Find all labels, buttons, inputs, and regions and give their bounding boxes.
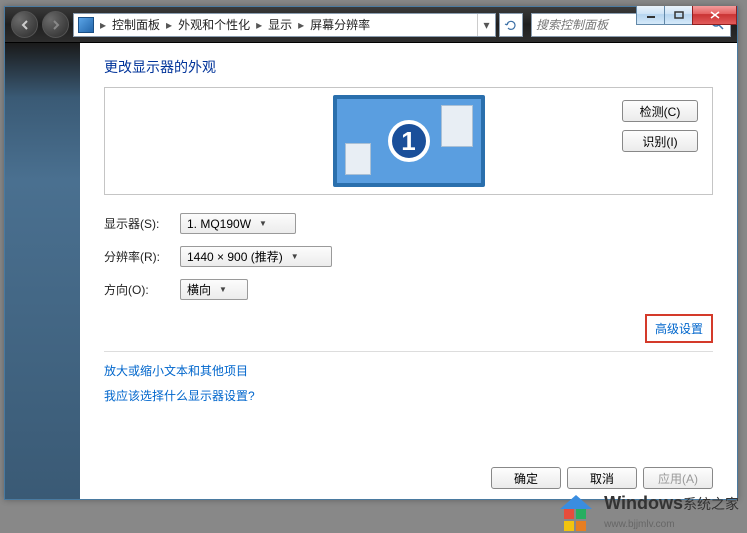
breadcrumb-item[interactable]: 显示 (264, 16, 296, 33)
divider (104, 351, 713, 352)
orientation-value: 横向 (187, 281, 211, 298)
advanced-settings-link[interactable]: 高级设置 (655, 322, 703, 336)
watermark-suffix: 系统之家 (683, 496, 739, 512)
dialog-buttons: 确定 取消 应用(A) (491, 467, 713, 489)
watermark: Windows系统之家 www.bjjmlv.com (554, 491, 739, 531)
nav-forward-button[interactable] (42, 11, 69, 38)
control-panel-icon (78, 17, 94, 33)
watermark-brand: Windows (604, 493, 683, 513)
watermark-url: www.bjjmlv.com (604, 519, 674, 530)
ok-button[interactable]: 确定 (491, 467, 561, 489)
breadcrumb-separator-icon: ▸ (254, 18, 264, 32)
chevron-down-icon: ▼ (291, 252, 299, 261)
identify-button[interactable]: 识别(I) (622, 130, 698, 152)
left-sidebar-strip (5, 43, 80, 499)
watermark-text: Windows系统之家 www.bjjmlv.com (604, 493, 739, 530)
which-display-link[interactable]: 我应该选择什么显示器设置? (104, 387, 713, 404)
control-panel-window: ▸ 控制面板 ▸ 外观和个性化 ▸ 显示 ▸ 屏幕分辨率 ▾ 更改显示器的外观 (4, 6, 738, 500)
navigation-bar: ▸ 控制面板 ▸ 外观和个性化 ▸ 显示 ▸ 屏幕分辨率 ▾ (5, 7, 737, 43)
resolution-field-row: 分辨率(R): 1440 × 900 (推荐) ▼ (104, 246, 713, 267)
refresh-button[interactable] (499, 13, 523, 37)
help-links: 放大或缩小文本和其他项目 我应该选择什么显示器设置? (104, 362, 713, 404)
text-size-link[interactable]: 放大或缩小文本和其他项目 (104, 362, 713, 379)
chevron-down-icon: ▼ (259, 219, 267, 228)
apply-button[interactable]: 应用(A) (643, 467, 713, 489)
breadcrumb-item[interactable]: 控制面板 (108, 16, 164, 33)
orientation-field-row: 方向(O): 横向 ▼ (104, 279, 713, 300)
breadcrumb-dropdown-icon[interactable]: ▾ (477, 14, 495, 36)
breadcrumb-separator-icon: ▸ (296, 18, 306, 32)
maximize-button[interactable] (664, 6, 693, 25)
display-label: 显示器(S): (104, 215, 180, 232)
breadcrumb-item[interactable]: 外观和个性化 (174, 16, 254, 33)
resolution-dropdown[interactable]: 1440 × 900 (推荐) ▼ (180, 246, 332, 267)
breadcrumb-separator-icon: ▸ (164, 18, 174, 32)
resolution-label: 分辨率(R): (104, 248, 180, 265)
highlight-box: 高级设置 (645, 314, 713, 343)
display-field-row: 显示器(S): 1. MQ190W ▼ (104, 213, 713, 234)
content-area: 更改显示器的外观 1 检测(C) 识别(I) 显示器(S): 1. MQ190W… (80, 43, 737, 499)
watermark-logo-icon (554, 491, 598, 531)
monitor-preview[interactable]: 1 (333, 95, 485, 187)
nav-back-button[interactable] (11, 11, 38, 38)
display-preview-box: 1 检测(C) 识别(I) (104, 87, 713, 195)
mini-window-icon (345, 143, 371, 175)
chevron-down-icon: ▼ (219, 285, 227, 294)
resolution-value: 1440 × 900 (推荐) (187, 248, 283, 265)
window-controls (637, 6, 737, 25)
breadcrumb-separator-icon: ▸ (98, 18, 108, 32)
orientation-dropdown[interactable]: 横向 ▼ (180, 279, 248, 300)
breadcrumb-item[interactable]: 屏幕分辨率 (306, 16, 374, 33)
advanced-settings-row: 高级设置 (104, 314, 713, 343)
page-title: 更改显示器的外观 (104, 57, 713, 77)
breadcrumb[interactable]: ▸ 控制面板 ▸ 外观和个性化 ▸ 显示 ▸ 屏幕分辨率 ▾ (73, 13, 496, 37)
mini-window-icon (441, 105, 473, 147)
monitor-number-badge: 1 (388, 120, 430, 162)
display-dropdown[interactable]: 1. MQ190W ▼ (180, 213, 296, 234)
cancel-button[interactable]: 取消 (567, 467, 637, 489)
detect-button[interactable]: 检测(C) (622, 100, 698, 122)
close-button[interactable] (692, 6, 737, 25)
display-value: 1. MQ190W (187, 217, 251, 231)
minimize-button[interactable] (636, 6, 665, 25)
orientation-label: 方向(O): (104, 281, 180, 298)
